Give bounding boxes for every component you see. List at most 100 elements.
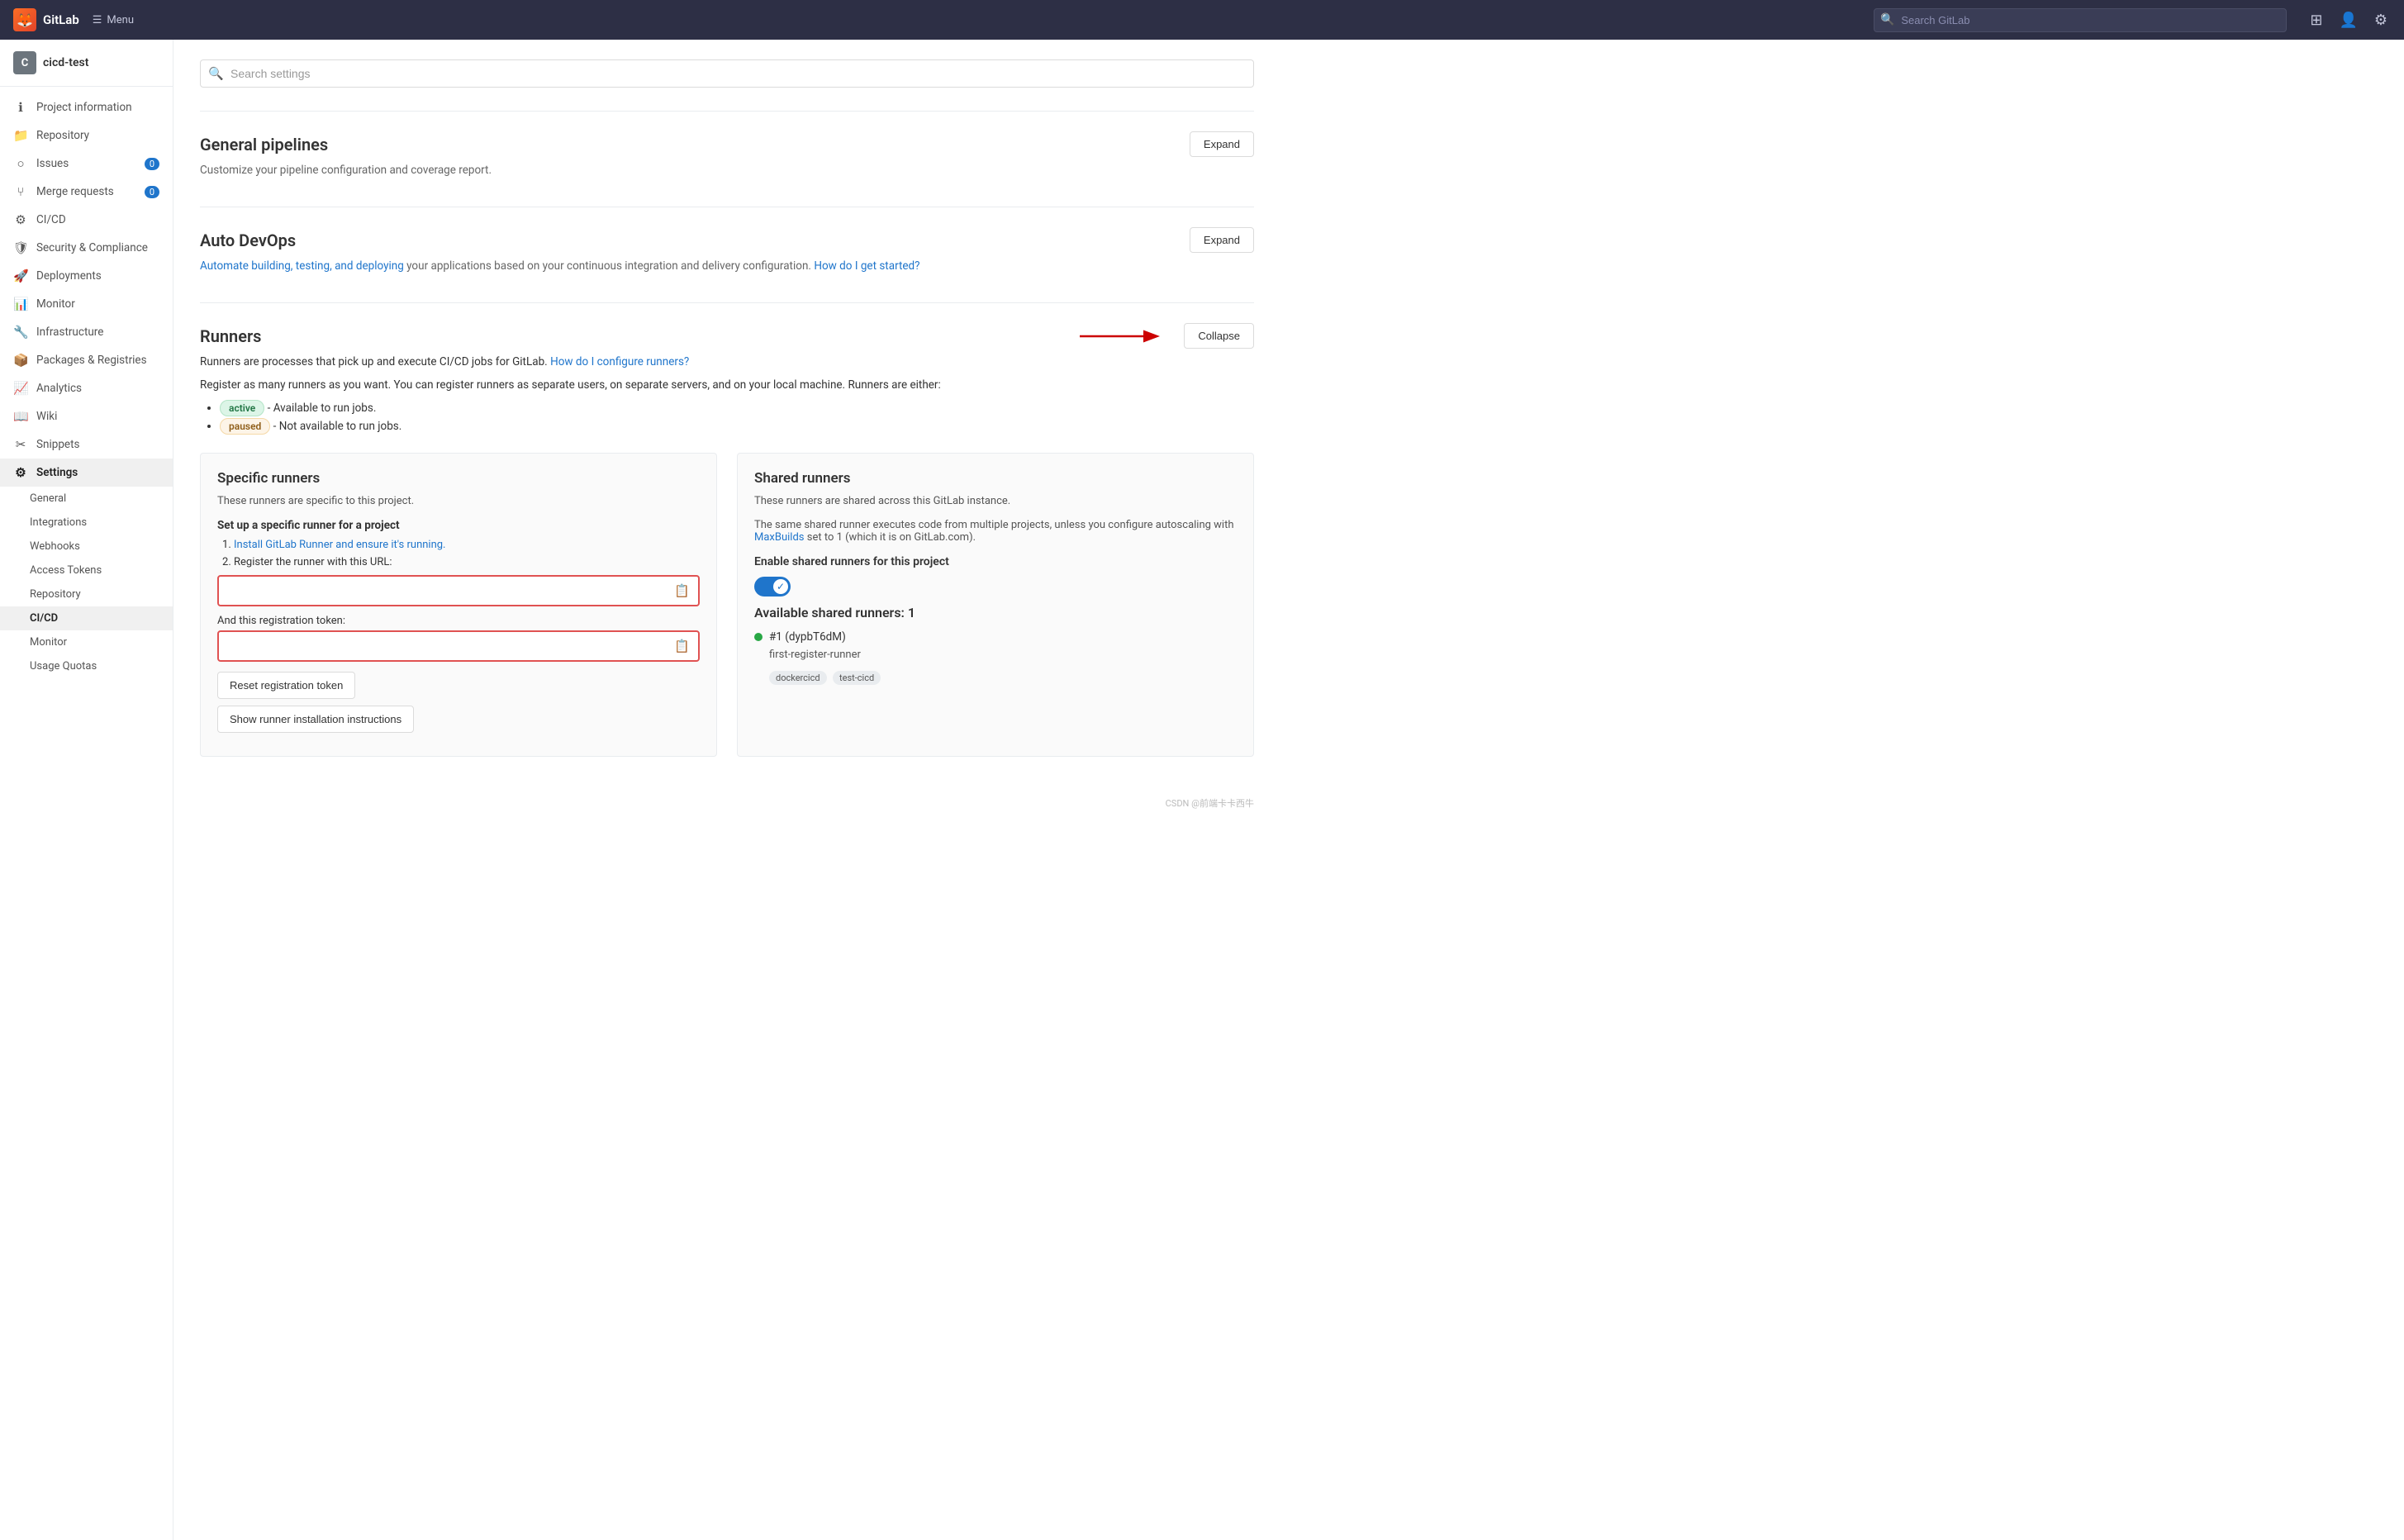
maxbuilds-link[interactable]: MaxBuilds <box>754 531 805 544</box>
project-header[interactable]: C cicd-test <box>0 40 173 87</box>
merge-requests-badge: 0 <box>145 186 159 198</box>
url-copy-button[interactable]: 📋 <box>666 577 698 605</box>
sub-label-repository: Repository <box>30 588 81 601</box>
general-pipelines-section: General pipelines Expand Customize your … <box>200 111 1254 207</box>
sidebar-item-cicd[interactable]: ⚙ CI/CD <box>0 206 173 234</box>
sidebar-item-packages-registries[interactable]: 📦 Packages & Registries <box>0 346 173 374</box>
hamburger-icon: ☰ <box>93 14 102 26</box>
search-input[interactable] <box>1874 8 2287 32</box>
auto-devops-get-started-link[interactable]: How do I get started? <box>814 259 919 273</box>
collapse-arrow-annotation <box>1071 324 1171 349</box>
sidebar-item-project-information[interactable]: ℹ Project information <box>0 93 173 121</box>
sidebar-item-infrastructure[interactable]: 🔧 Infrastructure <box>0 318 173 346</box>
token-copy-button[interactable]: 📋 <box>666 632 698 660</box>
sidebar-item-deployments[interactable]: 🚀 Deployments <box>0 262 173 290</box>
menu-label: Menu <box>107 14 134 26</box>
sub-label-cicd: CI/CD <box>30 612 58 625</box>
paused-desc: - Not available to run jobs. <box>273 420 402 433</box>
gitlab-logo-icon: 🦊 <box>13 8 36 31</box>
issues-icon: ○ <box>13 156 28 171</box>
runners-desc2: Register as many runners as you want. Yo… <box>200 378 1254 392</box>
settings-search-input[interactable] <box>200 59 1254 88</box>
sidebar-label-analytics: Analytics <box>36 382 82 395</box>
reset-registration-token-btn[interactable]: Reset registration token <box>217 672 355 699</box>
token-input-wrapper: █ ███ ██████████ ██ ████ █ 📋 复制此处 token，… <box>217 630 700 662</box>
hamburger-menu[interactable]: ☰ Menu <box>93 14 134 26</box>
paused-runner-item: paused - Not available to run jobs. <box>220 420 1254 433</box>
shared-runner-name: #1 (dypbT6dM) <box>769 630 846 644</box>
shared-runners-desc1: These runners are shared across this Git… <box>754 495 1237 507</box>
step2-text: Register the runner with this URL: <box>234 556 392 568</box>
project-initial: C <box>21 57 29 69</box>
settings-button[interactable]: ⚙ <box>2371 8 2391 32</box>
shared-runners-title: Shared runners <box>754 470 1237 487</box>
auto-devops-expand-btn[interactable]: Expand <box>1190 227 1254 253</box>
specific-runners-title: Specific runners <box>217 470 700 487</box>
sub-label-access-tokens: Access Tokens <box>30 564 102 577</box>
auto-devops-section: Auto DevOps Expand Automate building, te… <box>200 207 1254 302</box>
specific-runners-desc: These runners are specific to this proje… <box>217 495 700 507</box>
runners-columns: Specific runners These runners are speci… <box>200 453 1254 757</box>
runners-header: Runners Collapse <box>200 323 1254 349</box>
sub-label-webhooks: Webhooks <box>30 540 80 553</box>
runners-collapse-btn[interactable]: Collapse <box>1184 323 1254 349</box>
watermark: CSDN @前端卡卡西牛 <box>200 796 1254 810</box>
profile-button[interactable]: 👤 <box>2335 8 2360 32</box>
enable-shared-runners-toggle[interactable]: ✓ <box>754 577 791 597</box>
shared-runner-item-1: #1 (dypbT6dM) <box>754 630 1237 644</box>
sidebar-item-security-compliance[interactable]: 🛡 Security & Compliance <box>0 234 173 262</box>
wiki-icon: 📖 <box>13 409 28 424</box>
runners-section: Runners Collapse Runners are processes t… <box>200 302 1254 777</box>
sidebar-label-merge-requests: Merge requests <box>36 185 114 198</box>
sidebar-item-snippets[interactable]: ✂ Snippets <box>0 430 173 459</box>
sidebar-item-repository[interactable]: 📁 Repository <box>0 121 173 150</box>
runner-online-dot <box>754 633 763 641</box>
sidebar-item-analytics[interactable]: 📈 Analytics <box>0 374 173 402</box>
token-label: And this registration token: <box>217 615 700 627</box>
general-pipelines-expand-btn[interactable]: Expand <box>1190 131 1254 157</box>
deployments-icon: 🚀 <box>13 269 28 283</box>
sub-item-usage-quotas[interactable]: Usage Quotas <box>0 654 173 678</box>
auto-devops-link[interactable]: Automate building, testing, and deployin… <box>200 259 404 273</box>
content-area: 🔍 General pipelines Expand Customize you… <box>173 40 1280 829</box>
sub-item-integrations[interactable]: Integrations <box>0 511 173 535</box>
sidebar-label-settings: Settings <box>36 466 78 479</box>
packages-icon: 📦 <box>13 353 28 368</box>
show-runner-instructions-btn[interactable]: Show runner installation instructions <box>217 706 414 733</box>
url-input-row: http://... ██████████████/ 📋 <box>217 575 700 606</box>
enable-shared-runners-row: ✓ <box>754 577 1237 597</box>
sidebar-item-wiki[interactable]: 📖 Wiki <box>0 402 173 430</box>
sidebar-item-merge-requests[interactable]: ⑂ Merge requests 0 <box>0 178 173 206</box>
active-desc: - Available to run jobs. <box>268 402 377 415</box>
search-container: 🔍 <box>1874 8 2287 32</box>
sidebar-label-infrastructure: Infrastructure <box>36 326 103 339</box>
runners-header-right: Collapse <box>1071 323 1254 349</box>
runner-token-input[interactable]: █ ███ ██████████ ██ ████ █ <box>219 635 666 658</box>
sub-item-repository[interactable]: Repository <box>0 582 173 606</box>
runners-title: Runners <box>200 326 261 346</box>
gitlab-logo[interactable]: 🦊 GitLab <box>13 8 79 31</box>
sidebar-item-settings[interactable]: ⚙ Settings <box>0 459 173 487</box>
configure-runners-link[interactable]: How do I configure runners? <box>550 355 689 368</box>
sub-item-general[interactable]: General <box>0 487 173 511</box>
main-content: 🔍 General pipelines Expand Customize you… <box>173 40 2404 1540</box>
sub-label-general: General <box>30 492 66 505</box>
sub-item-webhooks[interactable]: Webhooks <box>0 535 173 558</box>
runner-url-input[interactable]: http://... ██████████████/ <box>219 578 666 604</box>
sidebar-item-monitor[interactable]: 📊 Monitor <box>0 290 173 318</box>
runner-tag-test-cicd: test-cicd <box>833 671 881 685</box>
sidebar-item-issues[interactable]: ○ Issues 0 <box>0 150 173 178</box>
new-item-button[interactable]: ⊞ <box>2307 8 2326 32</box>
sub-item-monitor[interactable]: Monitor <box>0 630 173 654</box>
sub-item-cicd[interactable]: CI/CD <box>0 606 173 630</box>
top-navigation: 🦊 GitLab ☰ Menu 🔍 ⊞ 👤 ⚙ <box>0 0 2404 40</box>
settings-search-icon: 🔍 <box>208 66 224 81</box>
sidebar-label-deployments: Deployments <box>36 269 102 283</box>
install-runner-link[interactable]: Install GitLab Runner and ensure it's ru… <box>234 539 446 551</box>
runners-type-list: active - Available to run jobs. paused -… <box>220 402 1254 433</box>
sidebar-nav: ℹ Project information 📁 Repository ○ Iss… <box>0 87 173 685</box>
runner-setup-title: Set up a specific runner for a project <box>217 519 700 532</box>
sub-item-access-tokens[interactable]: Access Tokens <box>0 558 173 582</box>
sidebar-label-packages: Packages & Registries <box>36 354 147 367</box>
sidebar-label-repository: Repository <box>36 129 89 142</box>
